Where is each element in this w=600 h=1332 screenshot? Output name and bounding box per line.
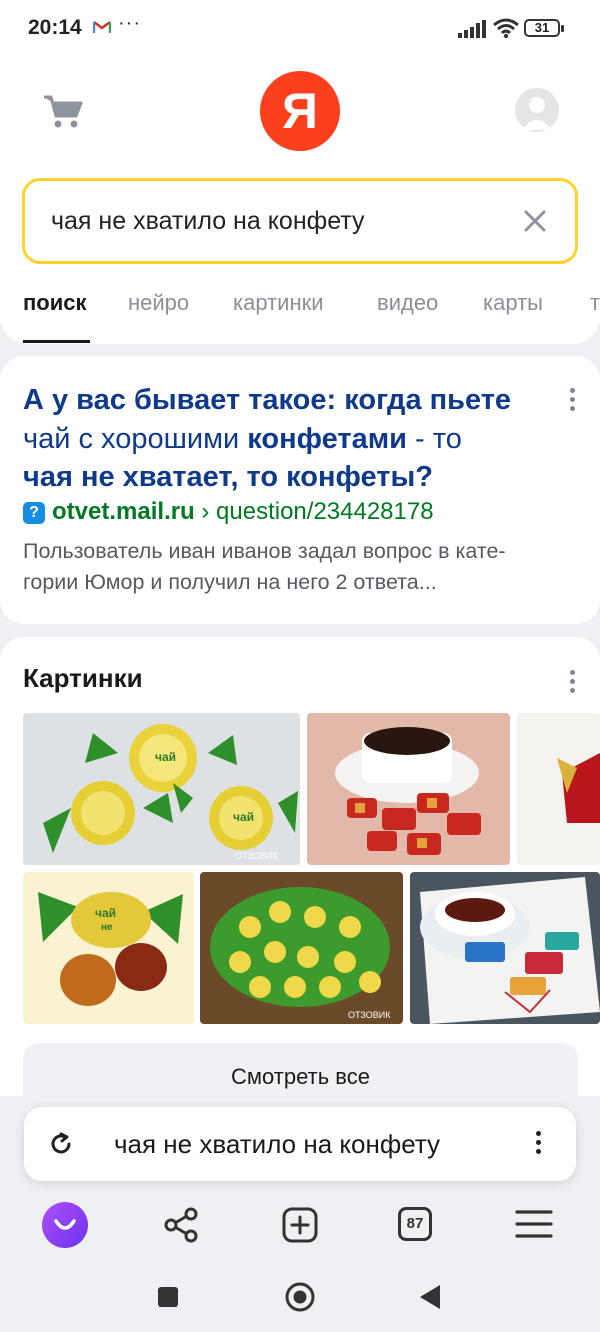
result-title-highlight[interactable]: конфетами: [247, 423, 407, 455]
svg-text:ОТЗОВИК: ОТЗОВИК: [348, 1010, 391, 1020]
omnibox[interactable]: чая не хватило на конфету: [24, 1107, 576, 1181]
battery-icon: 31: [524, 19, 564, 37]
wifi-icon: [493, 18, 519, 39]
search-query-text[interactable]: чая не хватило на конфету: [51, 207, 365, 236]
result-title-line[interactable]: чай с хорошими: [23, 423, 247, 455]
image-thumbnail[interactable]: ОТЗОВИК: [200, 872, 403, 1024]
search-tabs: поиск нейро картинки видео карты т: [0, 286, 600, 344]
svg-text:не: не: [101, 922, 113, 933]
image-thumbnail[interactable]: [307, 713, 510, 865]
favicon-icon: ?: [23, 502, 45, 524]
result-title-highlight[interactable]: чая не хватает, то конфеты?: [23, 461, 433, 493]
new-tab-icon[interactable]: [282, 1207, 318, 1243]
status-time: 20:14: [28, 16, 82, 39]
tab-video[interactable]: видео: [377, 290, 438, 316]
back-icon[interactable]: [418, 1284, 442, 1310]
result-title-line[interactable]: А у вас бывает такое: когда пьете: [23, 384, 511, 416]
status-more-icon: ···: [118, 12, 141, 34]
svg-text:ОТЗОВИК: ОТЗОВИК: [235, 851, 278, 861]
gmail-icon: [93, 21, 111, 33]
svg-text:чай: чай: [233, 810, 254, 824]
status-bar: 20:14 ··· 31: [0, 0, 600, 60]
image-thumbnail[interactable]: [517, 713, 600, 865]
result-title-link[interactable]: А у вас бывает такое: когда пьете чай с …: [23, 381, 553, 497]
result-path[interactable]: › question/234428178: [195, 498, 433, 525]
images-menu-icon[interactable]: [570, 670, 576, 697]
active-tab-indicator: [23, 340, 90, 343]
result-snippet: Пользователь иван иванов задал вопрос в …: [23, 536, 573, 598]
home-icon[interactable]: [284, 1281, 316, 1313]
clear-icon[interactable]: [523, 209, 547, 233]
reload-icon[interactable]: [48, 1131, 74, 1157]
share-icon[interactable]: [163, 1207, 199, 1243]
image-thumbnail[interactable]: чай чай ОТЗОВИК: [23, 713, 300, 865]
svg-text:чай: чай: [155, 750, 176, 764]
tab-maps[interactable]: карты: [483, 290, 543, 316]
svg-text:чай: чай: [95, 906, 116, 920]
image-thumbnail[interactable]: [410, 872, 600, 1024]
omnibox-menu-icon[interactable]: [536, 1131, 542, 1158]
omnibox-query[interactable]: чая не хватило на конфету: [114, 1129, 440, 1160]
tabs-icon[interactable]: 87: [398, 1207, 432, 1241]
signal-icon: [458, 20, 486, 38]
result-domain[interactable]: otvet.mail.ru: [52, 498, 195, 525]
cart-icon[interactable]: [42, 94, 84, 130]
menu-icon[interactable]: [515, 1209, 553, 1239]
result-menu-icon[interactable]: [570, 388, 576, 415]
yandex-logo[interactable]: Я: [260, 71, 340, 151]
search-input[interactable]: чая не хватило на конфету: [22, 178, 578, 264]
result-title-line[interactable]: - то: [407, 423, 462, 455]
recents-icon[interactable]: [157, 1286, 179, 1308]
tab-neuro[interactable]: нейро: [128, 290, 189, 316]
alice-icon[interactable]: [41, 1201, 89, 1249]
result-source[interactable]: ? otvet.mail.ru › question/234428178: [23, 498, 434, 526]
image-thumbnail[interactable]: чай не: [23, 872, 194, 1024]
images-section-title: Картинки: [23, 663, 143, 693]
snippet-line: Пользователь иван иванов задал вопрос в …: [23, 539, 506, 563]
tab-search[interactable]: поиск: [23, 290, 87, 316]
snippet-line: гории Юмор и получил на него 2 ответа...: [23, 570, 437, 594]
tab-images[interactable]: картинки: [233, 290, 324, 316]
avatar-icon[interactable]: [515, 88, 559, 132]
tab-more[interactable]: т: [590, 290, 600, 316]
